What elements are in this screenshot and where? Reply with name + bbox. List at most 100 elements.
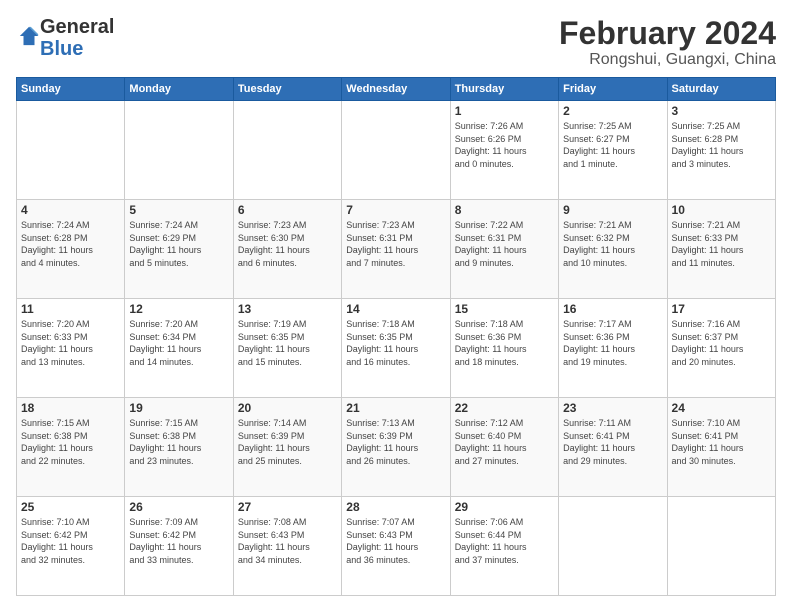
- day-number: 27: [238, 500, 337, 514]
- day-info: Sunrise: 7:09 AM Sunset: 6:42 PM Dayligh…: [129, 516, 228, 566]
- calendar-cell: 29 Sunrise: 7:06 AM Sunset: 6:44 PM Dayli…: [450, 497, 558, 596]
- calendar-cell: 14 Sunrise: 7:18 AM Sunset: 6:35 PM Dayli…: [342, 299, 450, 398]
- day-number: 12: [129, 302, 228, 316]
- day-number: 1: [455, 104, 554, 118]
- day-info: Sunrise: 7:24 AM Sunset: 6:28 PM Dayligh…: [21, 219, 120, 269]
- day-info: Sunrise: 7:23 AM Sunset: 6:30 PM Dayligh…: [238, 219, 337, 269]
- calendar-day-header: Friday: [559, 78, 667, 101]
- day-number: 5: [129, 203, 228, 217]
- calendar-cell: [125, 101, 233, 200]
- calendar-week-row: 4 Sunrise: 7:24 AM Sunset: 6:28 PM Daylig…: [17, 200, 776, 299]
- calendar-cell: 22Sunrise: 7:12 AM Sunset: 6:40 PM Dayli…: [450, 398, 558, 497]
- logo-general: General: [40, 16, 114, 38]
- day-info: Sunrise: 7:10 AM Sunset: 6:42 PM Dayligh…: [21, 516, 120, 566]
- day-info: Sunrise: 7:22 AM Sunset: 6:31 PM Dayligh…: [455, 219, 554, 269]
- calendar-cell: 23 Sunrise: 7:11 AM Sunset: 6:41 PM Dayli…: [559, 398, 667, 497]
- calendar-cell: 17 Sunrise: 7:16 AM Sunset: 6:37 PM Dayli…: [667, 299, 775, 398]
- day-number: 29: [455, 500, 554, 514]
- day-number: 8: [455, 203, 554, 217]
- location: Rongshui, Guangxi, China: [559, 51, 776, 69]
- logo-text: General Blue: [40, 16, 114, 60]
- calendar-cell: 3 Sunrise: 7:25 AM Sunset: 6:28 PM Daylig…: [667, 101, 775, 200]
- day-number: 23: [563, 401, 662, 415]
- calendar-cell: 10Sunrise: 7:21 AM Sunset: 6:33 PM Dayli…: [667, 200, 775, 299]
- calendar-cell: 27 Sunrise: 7:08 AM Sunset: 6:43 PM Dayli…: [233, 497, 341, 596]
- generalblue-logo-icon: [18, 25, 40, 47]
- calendar-cell: [667, 497, 775, 596]
- calendar-cell: 20Sunrise: 7:14 AM Sunset: 6:39 PM Dayli…: [233, 398, 341, 497]
- calendar-cell: 4 Sunrise: 7:24 AM Sunset: 6:28 PM Daylig…: [17, 200, 125, 299]
- day-info: Sunrise: 7:23 AM Sunset: 6:31 PM Dayligh…: [346, 219, 445, 269]
- day-info: Sunrise: 7:14 AM Sunset: 6:39 PM Dayligh…: [238, 417, 337, 467]
- day-info: Sunrise: 7:20 AM Sunset: 6:34 PM Dayligh…: [129, 318, 228, 368]
- calendar-cell: 18 Sunrise: 7:15 AM Sunset: 6:38 PM Dayli…: [17, 398, 125, 497]
- calendar-cell: [559, 497, 667, 596]
- calendar-cell: [17, 101, 125, 200]
- day-info: Sunrise: 7:21 AM Sunset: 6:33 PM Dayligh…: [672, 219, 771, 269]
- calendar-cell: 8 Sunrise: 7:22 AM Sunset: 6:31 PM Daylig…: [450, 200, 558, 299]
- day-number: 18: [21, 401, 120, 415]
- calendar-day-header: Sunday: [17, 78, 125, 101]
- calendar-cell: 5 Sunrise: 7:24 AM Sunset: 6:29 PM Daylig…: [125, 200, 233, 299]
- calendar-day-header: Wednesday: [342, 78, 450, 101]
- calendar-cell: 13Sunrise: 7:19 AM Sunset: 6:35 PM Dayli…: [233, 299, 341, 398]
- calendar-week-row: 11Sunrise: 7:20 AM Sunset: 6:33 PM Dayli…: [17, 299, 776, 398]
- month-year: February 2024: [559, 16, 776, 51]
- logo-blue: Blue: [40, 38, 83, 60]
- day-info: Sunrise: 7:18 AM Sunset: 6:35 PM Dayligh…: [346, 318, 445, 368]
- day-number: 7: [346, 203, 445, 217]
- calendar-cell: 7 Sunrise: 7:23 AM Sunset: 6:31 PM Daylig…: [342, 200, 450, 299]
- day-info: Sunrise: 7:26 AM Sunset: 6:26 PM Dayligh…: [455, 120, 554, 170]
- day-number: 3: [672, 104, 771, 118]
- calendar-table: SundayMondayTuesdayWednesdayThursdayFrid…: [16, 77, 776, 596]
- day-info: Sunrise: 7:25 AM Sunset: 6:28 PM Dayligh…: [672, 120, 771, 170]
- day-info: Sunrise: 7:17 AM Sunset: 6:36 PM Dayligh…: [563, 318, 662, 368]
- calendar-cell: 11Sunrise: 7:20 AM Sunset: 6:33 PM Dayli…: [17, 299, 125, 398]
- day-info: Sunrise: 7:18 AM Sunset: 6:36 PM Dayligh…: [455, 318, 554, 368]
- title-area: February 2024 Rongshui, Guangxi, China: [559, 16, 776, 69]
- day-info: Sunrise: 7:20 AM Sunset: 6:33 PM Dayligh…: [21, 318, 120, 368]
- calendar-week-row: 1 Sunrise: 7:26 AM Sunset: 6:26 PM Daylig…: [17, 101, 776, 200]
- day-number: 6: [238, 203, 337, 217]
- day-info: Sunrise: 7:10 AM Sunset: 6:41 PM Dayligh…: [672, 417, 771, 467]
- day-number: 21: [346, 401, 445, 415]
- calendar-cell: [342, 101, 450, 200]
- calendar-cell: 6 Sunrise: 7:23 AM Sunset: 6:30 PM Daylig…: [233, 200, 341, 299]
- day-info: Sunrise: 7:24 AM Sunset: 6:29 PM Dayligh…: [129, 219, 228, 269]
- logo: General Blue: [16, 16, 114, 60]
- day-number: 9: [563, 203, 662, 217]
- day-info: Sunrise: 7:25 AM Sunset: 6:27 PM Dayligh…: [563, 120, 662, 170]
- day-number: 16: [563, 302, 662, 316]
- calendar-cell: 1 Sunrise: 7:26 AM Sunset: 6:26 PM Daylig…: [450, 101, 558, 200]
- calendar-cell: 24 Sunrise: 7:10 AM Sunset: 6:41 PM Dayli…: [667, 398, 775, 497]
- day-info: Sunrise: 7:12 AM Sunset: 6:40 PM Dayligh…: [455, 417, 554, 467]
- calendar-day-header: Thursday: [450, 78, 558, 101]
- day-number: 28: [346, 500, 445, 514]
- calendar-cell: 12 Sunrise: 7:20 AM Sunset: 6:34 PM Dayli…: [125, 299, 233, 398]
- day-info: Sunrise: 7:13 AM Sunset: 6:39 PM Dayligh…: [346, 417, 445, 467]
- calendar-cell: 28 Sunrise: 7:07 AM Sunset: 6:43 PM Dayli…: [342, 497, 450, 596]
- calendar-header-row: SundayMondayTuesdayWednesdayThursdayFrid…: [17, 78, 776, 101]
- calendar-week-row: 25Sunrise: 7:10 AM Sunset: 6:42 PM Dayli…: [17, 497, 776, 596]
- day-info: Sunrise: 7:21 AM Sunset: 6:32 PM Dayligh…: [563, 219, 662, 269]
- day-info: Sunrise: 7:15 AM Sunset: 6:38 PM Dayligh…: [21, 417, 120, 467]
- calendar-cell: 2Sunrise: 7:25 AM Sunset: 6:27 PM Daylig…: [559, 101, 667, 200]
- day-number: 14: [346, 302, 445, 316]
- calendar-cell: 21 Sunrise: 7:13 AM Sunset: 6:39 PM Dayli…: [342, 398, 450, 497]
- day-number: 24: [672, 401, 771, 415]
- calendar-day-header: Monday: [125, 78, 233, 101]
- calendar-day-header: Saturday: [667, 78, 775, 101]
- day-number: 17: [672, 302, 771, 316]
- day-info: Sunrise: 7:11 AM Sunset: 6:41 PM Dayligh…: [563, 417, 662, 467]
- day-info: Sunrise: 7:08 AM Sunset: 6:43 PM Dayligh…: [238, 516, 337, 566]
- calendar-cell: 26 Sunrise: 7:09 AM Sunset: 6:42 PM Dayli…: [125, 497, 233, 596]
- day-info: Sunrise: 7:16 AM Sunset: 6:37 PM Dayligh…: [672, 318, 771, 368]
- day-info: Sunrise: 7:19 AM Sunset: 6:35 PM Dayligh…: [238, 318, 337, 368]
- page: General Blue February 2024 Rongshui, Gua…: [0, 0, 792, 612]
- day-number: 19: [129, 401, 228, 415]
- calendar-cell: 19Sunrise: 7:15 AM Sunset: 6:38 PM Dayli…: [125, 398, 233, 497]
- day-info: Sunrise: 7:07 AM Sunset: 6:43 PM Dayligh…: [346, 516, 445, 566]
- day-info: Sunrise: 7:06 AM Sunset: 6:44 PM Dayligh…: [455, 516, 554, 566]
- day-number: 26: [129, 500, 228, 514]
- day-number: 4: [21, 203, 120, 217]
